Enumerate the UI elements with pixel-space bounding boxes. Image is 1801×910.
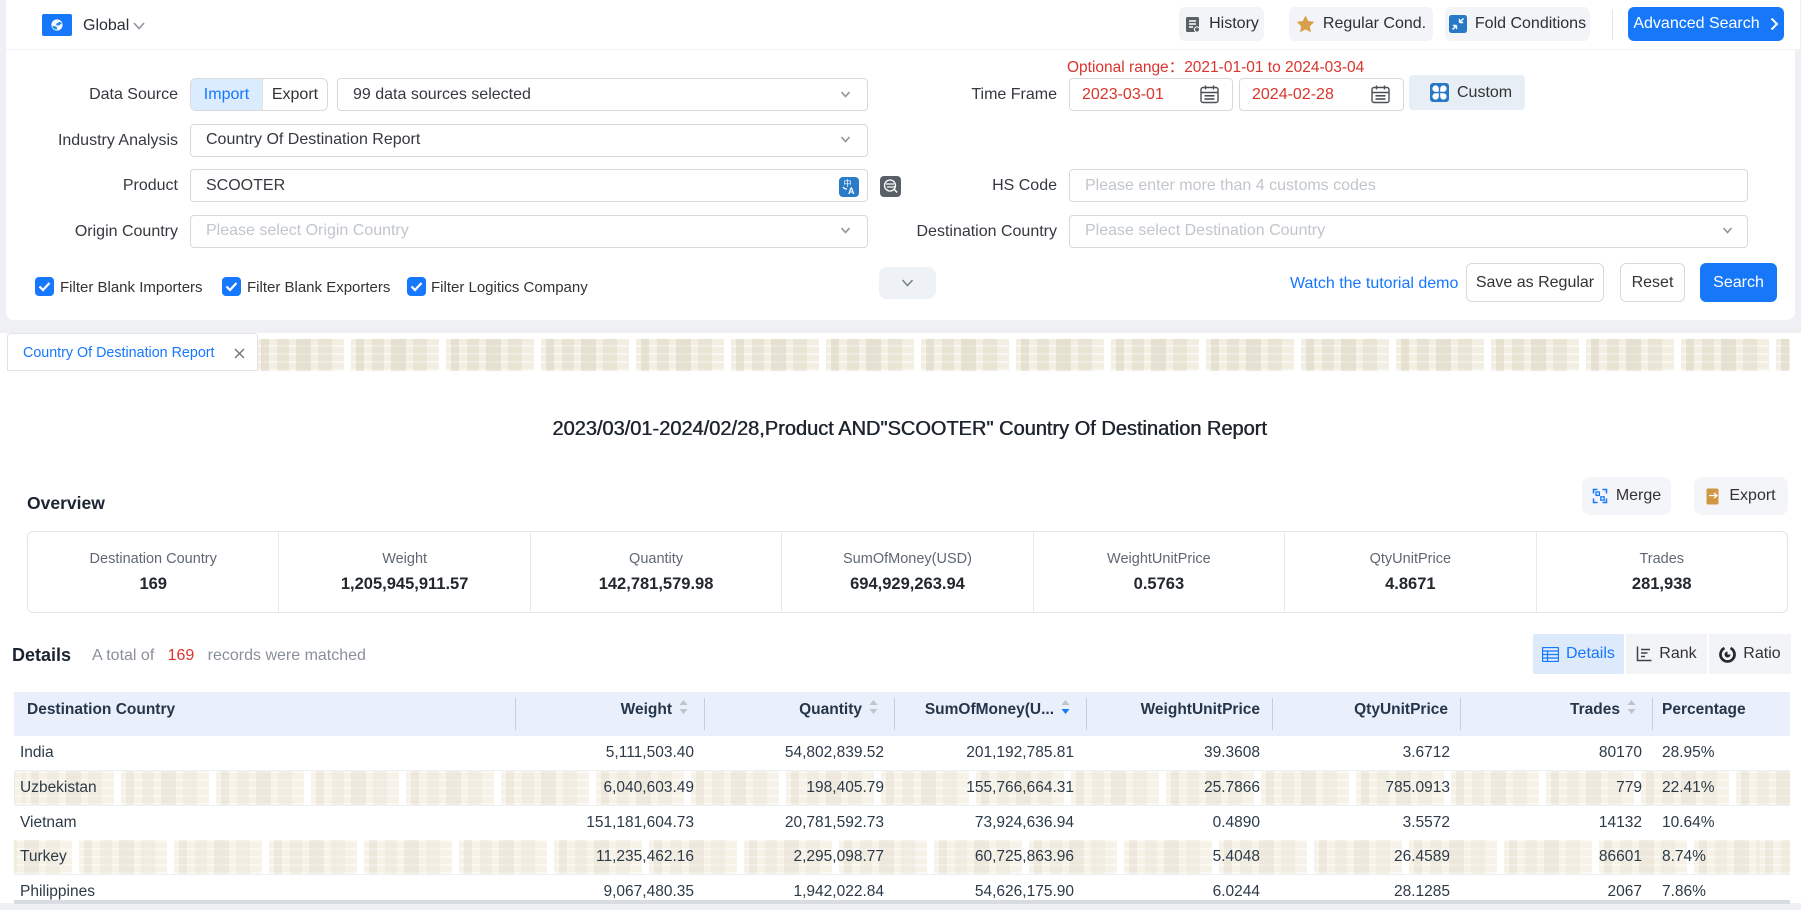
svg-text:A: A [848,186,855,196]
